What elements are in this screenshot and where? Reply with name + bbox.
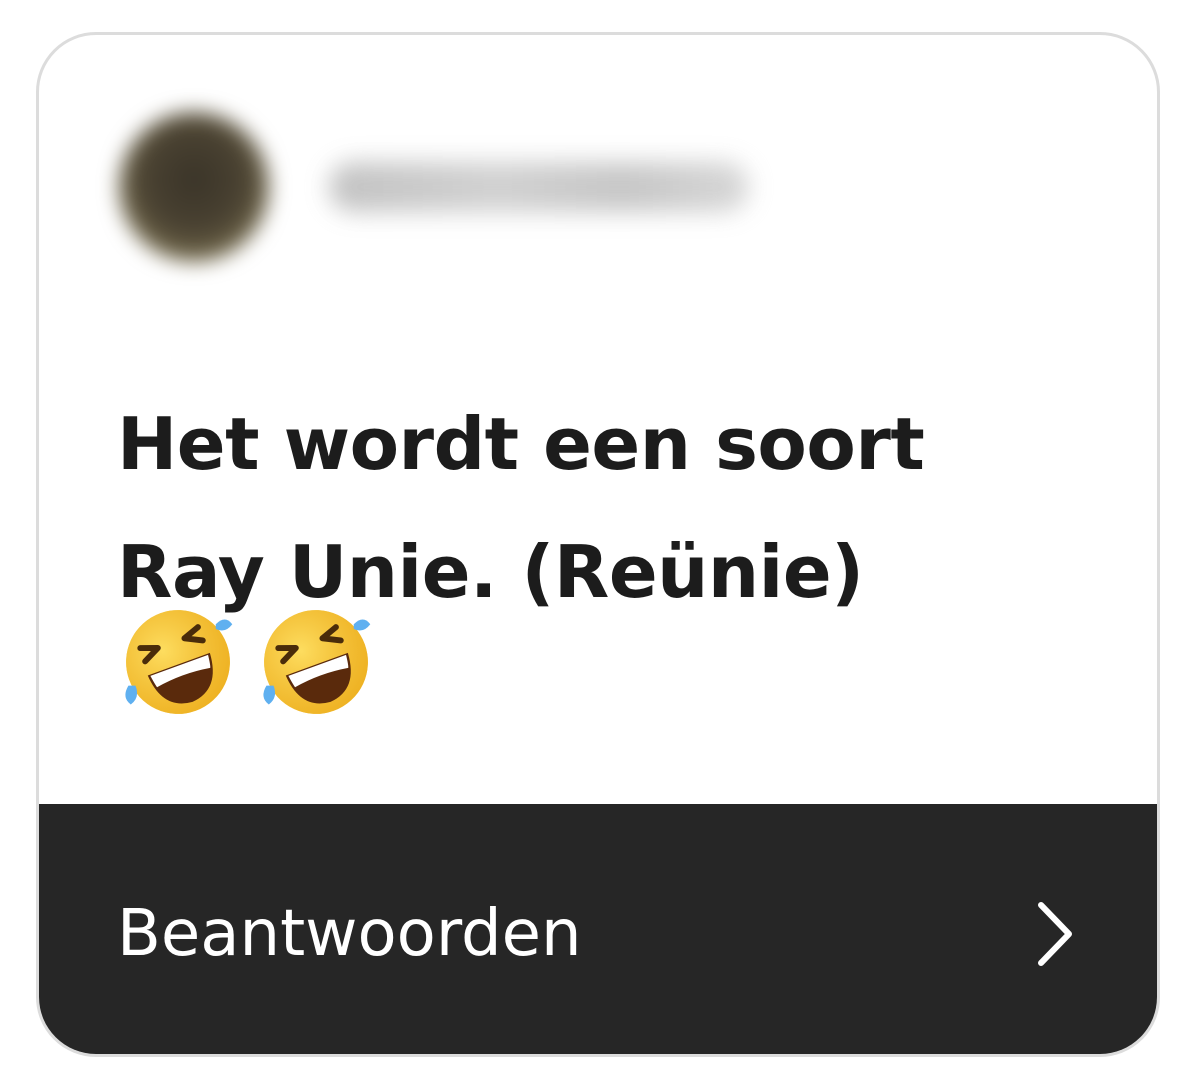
sender-header[interactable]: hidden_user <box>119 107 749 267</box>
reply-label: Beantwoorden <box>117 897 582 971</box>
message-card: hidden_user Het wordt een soort Ray Unie… <box>36 32 1160 1057</box>
avatar[interactable] <box>119 112 269 262</box>
message-text: Het wordt een soort Ray Unie. (Reünie) <box>117 380 1077 636</box>
chevron-right-icon <box>1038 902 1072 966</box>
message-line-1: Het wordt een soort <box>117 402 925 486</box>
reply-button[interactable]: Beantwoorden <box>39 804 1157 1054</box>
sender-username[interactable]: hidden_user <box>329 162 749 212</box>
emoji-row <box>119 603 375 721</box>
rofl-emoji-icon <box>125 610 233 714</box>
rofl-emoji-icon <box>263 610 371 714</box>
